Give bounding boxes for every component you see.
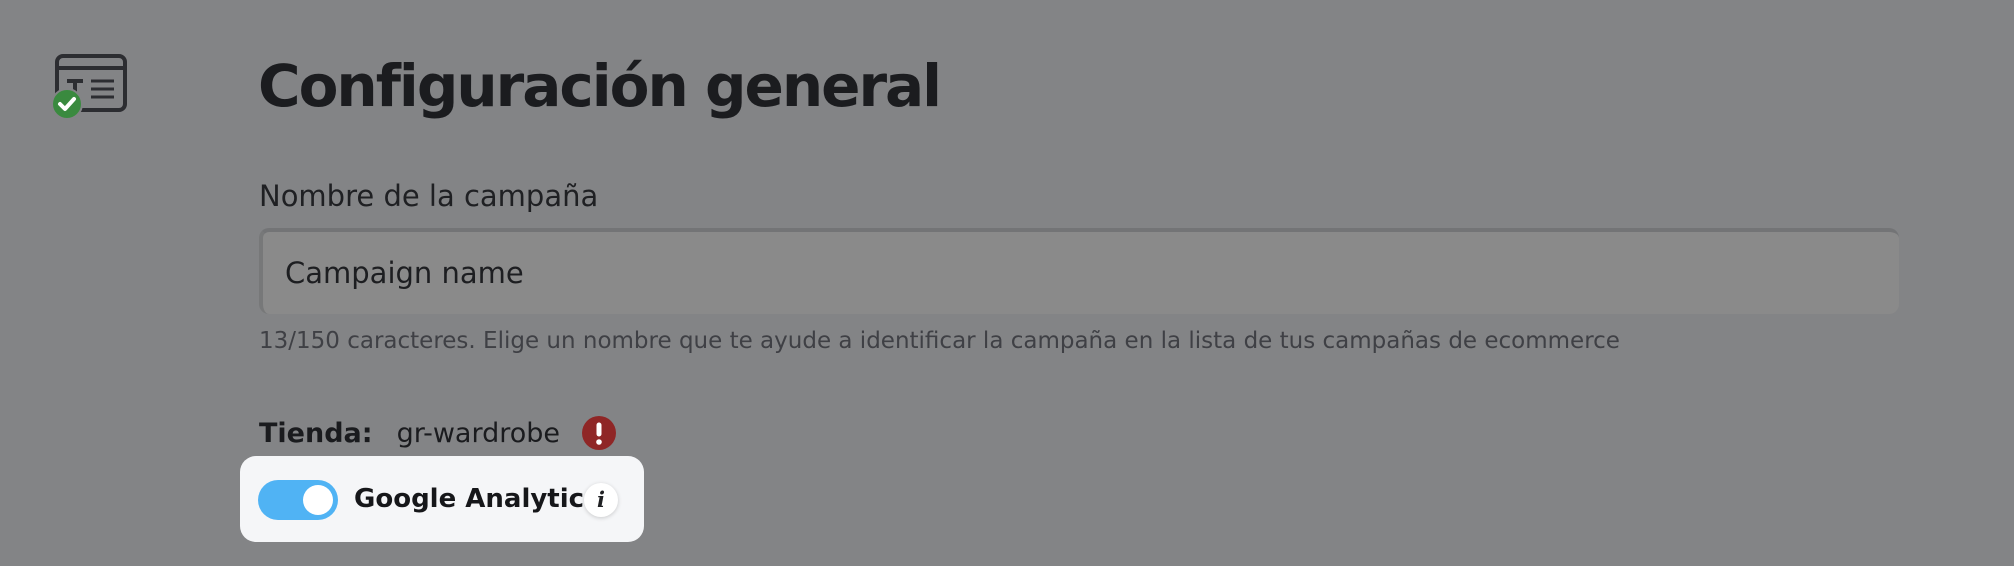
toggle-knob (303, 485, 333, 515)
info-glyph: i (597, 487, 605, 512)
campaign-name-input[interactable] (259, 228, 1899, 314)
store-label: Tienda: (259, 417, 373, 449)
store-row: Tienda: gr-wardrobe (259, 412, 616, 454)
store-value: gr-wardrobe (396, 417, 560, 449)
google-analytics-card: Google Analytics i (240, 456, 644, 542)
google-analytics-toggle[interactable] (258, 480, 338, 520)
campaign-name-label: Nombre de la campaña (259, 179, 599, 213)
exclamation-alert-icon[interactable] (582, 416, 616, 450)
info-icon[interactable]: i (584, 483, 618, 517)
google-analytics-label: Google Analytics (354, 484, 600, 514)
text-card-check-icon (51, 54, 127, 120)
section-header-icon (51, 52, 132, 124)
campaign-name-helper-text: 13/150 caracteres. Elige un nombre que t… (259, 328, 1620, 354)
page-title: Configuración general (258, 52, 942, 120)
